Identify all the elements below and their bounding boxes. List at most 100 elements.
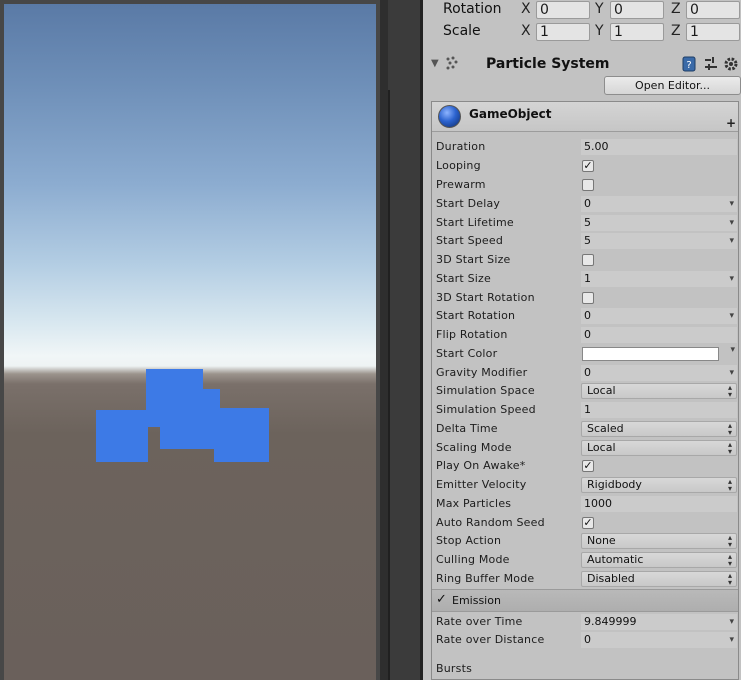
simulation-speed-field[interactable]: 1 — [581, 402, 737, 418]
scaling-mode-value: Local — [587, 441, 616, 454]
prop-max-particles: Max Particles 1000 — [432, 495, 738, 514]
scale-x-field[interactable]: 1 — [536, 23, 590, 41]
prop-stop-action: Stop Action None ▴ ▾ — [432, 532, 738, 551]
scene-render[interactable] — [4, 4, 376, 680]
start-delay-label: Start Delay — [436, 197, 501, 210]
flip-rotation-field[interactable]: 0 — [581, 327, 737, 343]
simulation-space-select[interactable]: Local ▴ ▾ — [581, 383, 737, 399]
scaling-mode-label: Scaling Mode — [436, 441, 512, 454]
emitter-velocity-select[interactable]: Rigidbody ▴ ▾ — [581, 477, 737, 493]
flip-rotation-label: Flip Rotation — [436, 328, 508, 341]
rotation-z-field[interactable]: 0 — [686, 1, 740, 19]
ring-buffer-mode-select[interactable]: Disabled ▴ ▾ — [581, 571, 737, 587]
scale-z-field[interactable]: 1 — [686, 23, 740, 41]
open-editor-button[interactable]: Open Editor... — [604, 76, 741, 95]
prewarm-label: Prewarm — [436, 178, 486, 191]
3d-start-size-checkbox[interactable] — [582, 254, 594, 266]
auto-random-seed-checkbox[interactable]: ✓ — [582, 517, 594, 529]
scale-z-axis-label[interactable]: Z — [671, 23, 681, 39]
start-lifetime-label: Start Lifetime — [436, 216, 514, 229]
prop-emitter-velocity: Emitter Velocity Rigidbody ▴ ▾ — [432, 476, 738, 495]
emission-enabled-checkbox[interactable]: ✓ — [436, 592, 447, 607]
particle-cube — [214, 408, 269, 462]
help-book-icon[interactable]: ? — [681, 56, 697, 72]
prop-simulation-space: Simulation Space Local ▴ ▾ — [432, 382, 738, 401]
culling-mode-select[interactable]: Automatic ▴ ▾ — [581, 552, 737, 568]
simulation-speed-label: Simulation Speed — [436, 403, 536, 416]
game-view[interactable] — [0, 0, 380, 680]
prop-3d-start-size: 3D Start Size — [432, 251, 738, 270]
max-particles-field[interactable]: 1000 — [581, 496, 737, 512]
duration-label: Duration — [436, 140, 486, 153]
3d-start-rotation-checkbox[interactable] — [582, 292, 594, 304]
looping-checkbox[interactable]: ✓ — [582, 160, 594, 172]
start-speed-field[interactable]: 5 — [581, 233, 737, 249]
prewarm-checkbox[interactable] — [582, 179, 594, 191]
particle-main-module: GameObject + Duration 5.00 Looping ✓ Pre… — [431, 101, 739, 680]
rotation-z-axis-label[interactable]: Z — [671, 1, 681, 17]
prop-start-rotation: Start Rotation 0 — [432, 307, 738, 326]
rate-over-time-field[interactable]: 9.849999 — [581, 614, 737, 630]
start-rotation-field[interactable]: 0 — [581, 308, 737, 324]
emitter-velocity-label: Emitter Velocity — [436, 478, 527, 491]
prop-flip-rotation: Flip Rotation 0 — [432, 326, 738, 345]
start-size-label: Start Size — [436, 272, 491, 285]
gravity-modifier-label: Gravity Modifier — [436, 366, 528, 379]
prop-start-delay: Start Delay 0 — [432, 195, 738, 214]
start-color-swatch[interactable] — [582, 347, 719, 361]
simulation-space-value: Local — [587, 384, 616, 397]
stop-action-select[interactable]: None ▴ ▾ — [581, 533, 737, 549]
duration-field[interactable]: 5.00 — [581, 139, 737, 155]
stop-action-label: Stop Action — [436, 534, 502, 547]
culling-mode-value: Automatic — [587, 553, 644, 566]
culling-mode-label: Culling Mode — [436, 553, 510, 566]
plus-icon[interactable]: + — [726, 116, 736, 130]
gear-icon[interactable] — [723, 56, 739, 72]
prop-duration: Duration 5.00 — [432, 138, 738, 157]
gameobject-name: GameObject — [469, 107, 552, 121]
scale-y-field[interactable]: 1 — [610, 23, 664, 41]
foldout-arrow-icon[interactable]: ▼ — [431, 58, 439, 69]
particle-system-header[interactable]: ▼ Particle System ? — [423, 52, 741, 78]
scale-x-axis-label[interactable]: X — [521, 23, 531, 39]
rotation-y-axis-label[interactable]: Y — [595, 1, 604, 17]
prop-bursts: Bursts — [432, 660, 738, 679]
gravity-modifier-field[interactable]: 0 — [581, 365, 737, 381]
3d-start-rotation-label: 3D Start Rotation — [436, 291, 535, 304]
prop-simulation-speed: Simulation Speed 1 — [432, 401, 738, 420]
rate-over-time-label: Rate over Time — [436, 615, 523, 628]
start-delay-field[interactable]: 0 — [581, 196, 737, 212]
svg-text:?: ? — [686, 60, 691, 71]
select-arrows-icon: ▴ ▾ — [727, 571, 732, 587]
play-on-awake-checkbox[interactable]: ✓ — [582, 460, 594, 472]
stop-action-value: None — [587, 534, 616, 547]
start-size-field[interactable]: 1 — [581, 271, 737, 287]
module-header[interactable]: GameObject + — [432, 102, 738, 132]
chevron-down-icon[interactable]: ▾ — [730, 345, 735, 355]
prop-prewarm: Prewarm — [432, 176, 738, 195]
preset-icon[interactable] — [703, 56, 719, 72]
prop-start-size: Start Size 1 — [432, 270, 738, 289]
rotation-y-field[interactable]: 0 — [610, 1, 664, 19]
looping-label: Looping — [436, 159, 481, 172]
inspector-panel: Rotation X 0 Y 0 Z 0 Scale X 1 Y 1 Z 1 ▼… — [423, 0, 741, 680]
prop-scaling-mode: Scaling Mode Local ▴ ▾ — [432, 439, 738, 458]
play-on-awake-label: Play On Awake* — [436, 459, 526, 472]
simulation-space-label: Simulation Space — [436, 384, 535, 397]
prop-looping: Looping ✓ — [432, 157, 738, 176]
start-color-label: Start Color — [436, 347, 498, 360]
prop-rate-over-time: Rate over Time 9.849999 — [432, 613, 738, 632]
start-speed-label: Start Speed — [436, 234, 504, 247]
rotation-x-axis-label[interactable]: X — [521, 1, 531, 17]
delta-time-select[interactable]: Scaled ▴ ▾ — [581, 421, 737, 437]
start-lifetime-field[interactable]: 5 — [581, 215, 737, 231]
emission-module-header[interactable]: ✓ Emission — [432, 589, 738, 612]
prop-gravity-modifier: Gravity Modifier 0 — [432, 364, 738, 383]
rotation-x-field[interactable]: 0 — [536, 1, 590, 19]
emission-title: Emission — [452, 594, 501, 607]
scaling-mode-select[interactable]: Local ▴ ▾ — [581, 440, 737, 456]
rate-over-distance-field[interactable]: 0 — [581, 632, 737, 648]
scale-y-axis-label[interactable]: Y — [595, 23, 604, 39]
panel-splitter[interactable] — [380, 0, 388, 680]
select-arrows-icon: ▴ ▾ — [727, 552, 732, 568]
